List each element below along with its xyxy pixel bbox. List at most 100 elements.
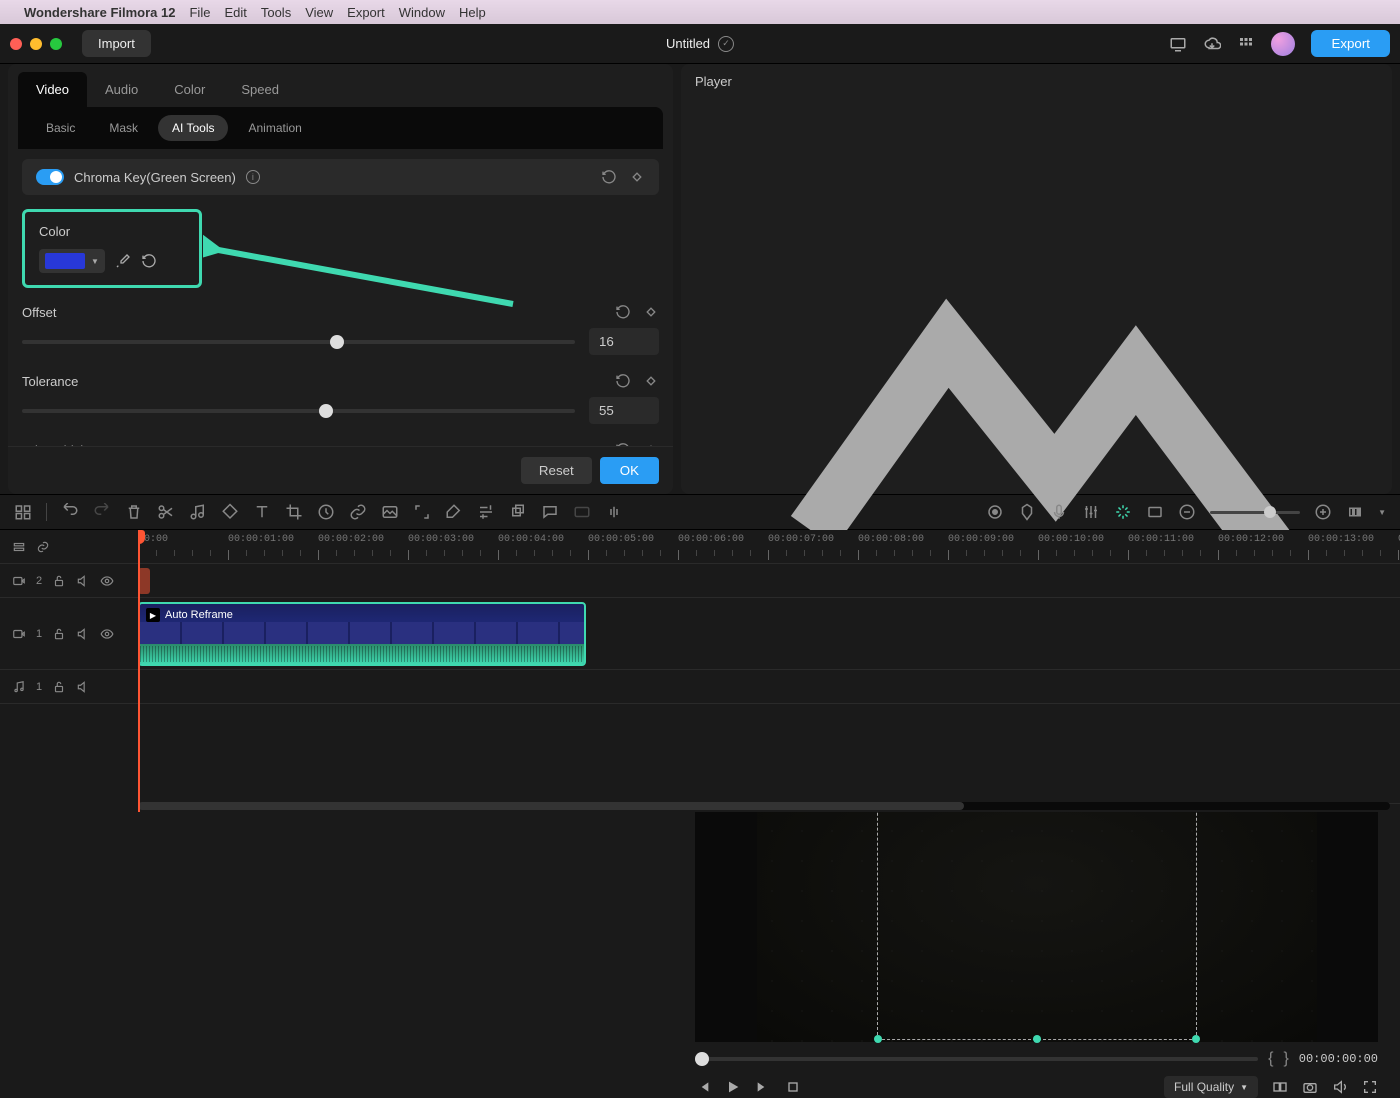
fullscreen-icon[interactable] <box>1362 1079 1378 1095</box>
handle-bottom-left[interactable] <box>874 1035 882 1043</box>
audio-track-1[interactable] <box>138 670 1400 704</box>
subtab-ai-tools[interactable]: AI Tools <box>158 115 228 141</box>
offset-slider-thumb[interactable] <box>330 335 344 349</box>
redo-icon[interactable] <box>93 503 111 521</box>
scrollbar-thumb[interactable] <box>138 802 964 810</box>
export-button[interactable]: Export <box>1311 30 1390 57</box>
scrub-thumb[interactable] <box>695 1052 709 1066</box>
menu-view[interactable]: View <box>305 5 333 20</box>
speed-icon[interactable] <box>317 503 335 521</box>
handle-bottom-mid[interactable] <box>1033 1035 1041 1043</box>
mic-icon[interactable] <box>1050 503 1068 521</box>
cc-icon[interactable] <box>573 503 591 521</box>
keyframe-offset-icon[interactable] <box>643 304 659 320</box>
mute-icon[interactable] <box>76 574 90 588</box>
lock-icon[interactable] <box>52 680 66 694</box>
next-frame-icon[interactable] <box>755 1079 771 1095</box>
minimize-window-icon[interactable] <box>30 38 42 50</box>
chevron-down-icon[interactable]: ▼ <box>1378 508 1386 517</box>
group-icon[interactable] <box>509 503 527 521</box>
play-icon[interactable] <box>725 1079 741 1095</box>
keyframe-tolerance-icon[interactable] <box>643 373 659 389</box>
link-icon[interactable] <box>349 503 367 521</box>
lock-icon[interactable] <box>52 627 66 641</box>
menu-export[interactable]: Export <box>347 5 385 20</box>
visibility-icon[interactable] <box>100 574 114 588</box>
zoom-slider-thumb[interactable] <box>1264 506 1276 518</box>
music-icon[interactable] <box>189 503 207 521</box>
reset-button[interactable]: Reset <box>521 457 592 484</box>
audio-bars-icon[interactable] <box>605 503 623 521</box>
subtab-mask[interactable]: Mask <box>95 115 152 141</box>
time-ruler[interactable]: 00:0000:00:01:0000:00:02:0000:00:03:0000… <box>138 530 1400 564</box>
prev-frame-icon[interactable] <box>695 1079 711 1095</box>
maximize-window-icon[interactable] <box>50 38 62 50</box>
link-tracks-icon[interactable] <box>36 540 50 554</box>
tab-speed[interactable]: Speed <box>223 72 297 107</box>
menu-edit[interactable]: Edit <box>224 5 246 20</box>
undo-icon[interactable] <box>61 503 79 521</box>
expand-icon[interactable] <box>413 503 431 521</box>
crop-icon[interactable] <box>285 503 303 521</box>
reset-tolerance-icon[interactable] <box>615 373 631 389</box>
tab-color[interactable]: Color <box>156 72 223 107</box>
cloud-download-icon[interactable] <box>1203 35 1221 53</box>
zoom-out-icon[interactable] <box>1178 503 1196 521</box>
chroma-key-toggle[interactable] <box>36 169 64 185</box>
stop-icon[interactable] <box>785 1079 801 1095</box>
lock-icon[interactable] <box>52 574 66 588</box>
menu-file[interactable]: File <box>189 5 210 20</box>
handle-bottom-right[interactable] <box>1192 1035 1200 1043</box>
delete-icon[interactable] <box>125 503 143 521</box>
color-swatch-dropdown[interactable]: ▼ <box>39 249 105 273</box>
info-icon[interactable]: i <box>246 170 260 184</box>
tolerance-slider-thumb[interactable] <box>319 404 333 418</box>
subtab-animation[interactable]: Animation <box>234 115 315 141</box>
collapse-icon[interactable] <box>12 540 26 554</box>
mark-in-icon[interactable]: { <box>1268 1050 1273 1068</box>
chat-icon[interactable] <box>541 503 559 521</box>
tab-video[interactable]: Video <box>18 72 87 107</box>
mute-icon[interactable] <box>76 627 90 641</box>
keyframe-chroma-icon[interactable] <box>629 169 645 185</box>
reset-chroma-icon[interactable] <box>601 169 617 185</box>
reset-edge-icon[interactable] <box>615 442 631 446</box>
compare-icon[interactable] <box>1272 1079 1288 1095</box>
user-avatar[interactable] <box>1271 32 1295 56</box>
adjust-icon[interactable] <box>477 503 495 521</box>
panels-icon[interactable] <box>14 503 32 521</box>
display-icon[interactable] <box>1169 35 1187 53</box>
record-icon[interactable] <box>986 503 1004 521</box>
apps-grid-icon[interactable] <box>1237 35 1255 53</box>
tab-audio[interactable]: Audio <box>87 72 156 107</box>
subtab-basic[interactable]: Basic <box>32 115 89 141</box>
playhead[interactable] <box>138 530 140 812</box>
zoom-in-icon[interactable] <box>1314 503 1332 521</box>
volume-icon[interactable] <box>1332 1079 1348 1095</box>
video-track-2[interactable] <box>138 564 1400 598</box>
reset-offset-icon[interactable] <box>615 304 631 320</box>
close-window-icon[interactable] <box>10 38 22 50</box>
image-icon[interactable] <box>381 503 399 521</box>
tag-icon[interactable] <box>221 503 239 521</box>
timecode[interactable]: 00:00:00:00 <box>1299 1052 1378 1066</box>
video-clip[interactable]: ▶ Auto Reframe <box>138 602 586 666</box>
tolerance-value-input[interactable] <box>589 397 659 424</box>
reset-color-icon[interactable] <box>141 253 157 269</box>
frame-icon[interactable] <box>1146 503 1164 521</box>
quality-dropdown[interactable]: Full Quality ▼ <box>1164 1076 1258 1098</box>
import-button[interactable]: Import <box>82 30 151 57</box>
cloud-sync-icon[interactable]: ✓ <box>718 36 734 52</box>
split-icon[interactable] <box>157 503 175 521</box>
video-track-1[interactable]: ▶ Auto Reframe <box>138 598 1400 670</box>
menu-window[interactable]: Window <box>399 5 445 20</box>
tracks-area[interactable]: 00:0000:00:01:0000:00:02:0000:00:03:0000… <box>138 530 1400 812</box>
project-title[interactable]: Untitled <box>666 36 710 51</box>
keyframe-edge-icon[interactable] <box>643 442 659 446</box>
snapshot-icon[interactable] <box>1302 1079 1318 1095</box>
paint-icon[interactable] <box>445 503 463 521</box>
offset-value-input[interactable] <box>589 328 659 355</box>
offset-slider[interactable] <box>22 340 575 344</box>
zoom-slider[interactable] <box>1210 511 1300 514</box>
menu-tools[interactable]: Tools <box>261 5 291 20</box>
